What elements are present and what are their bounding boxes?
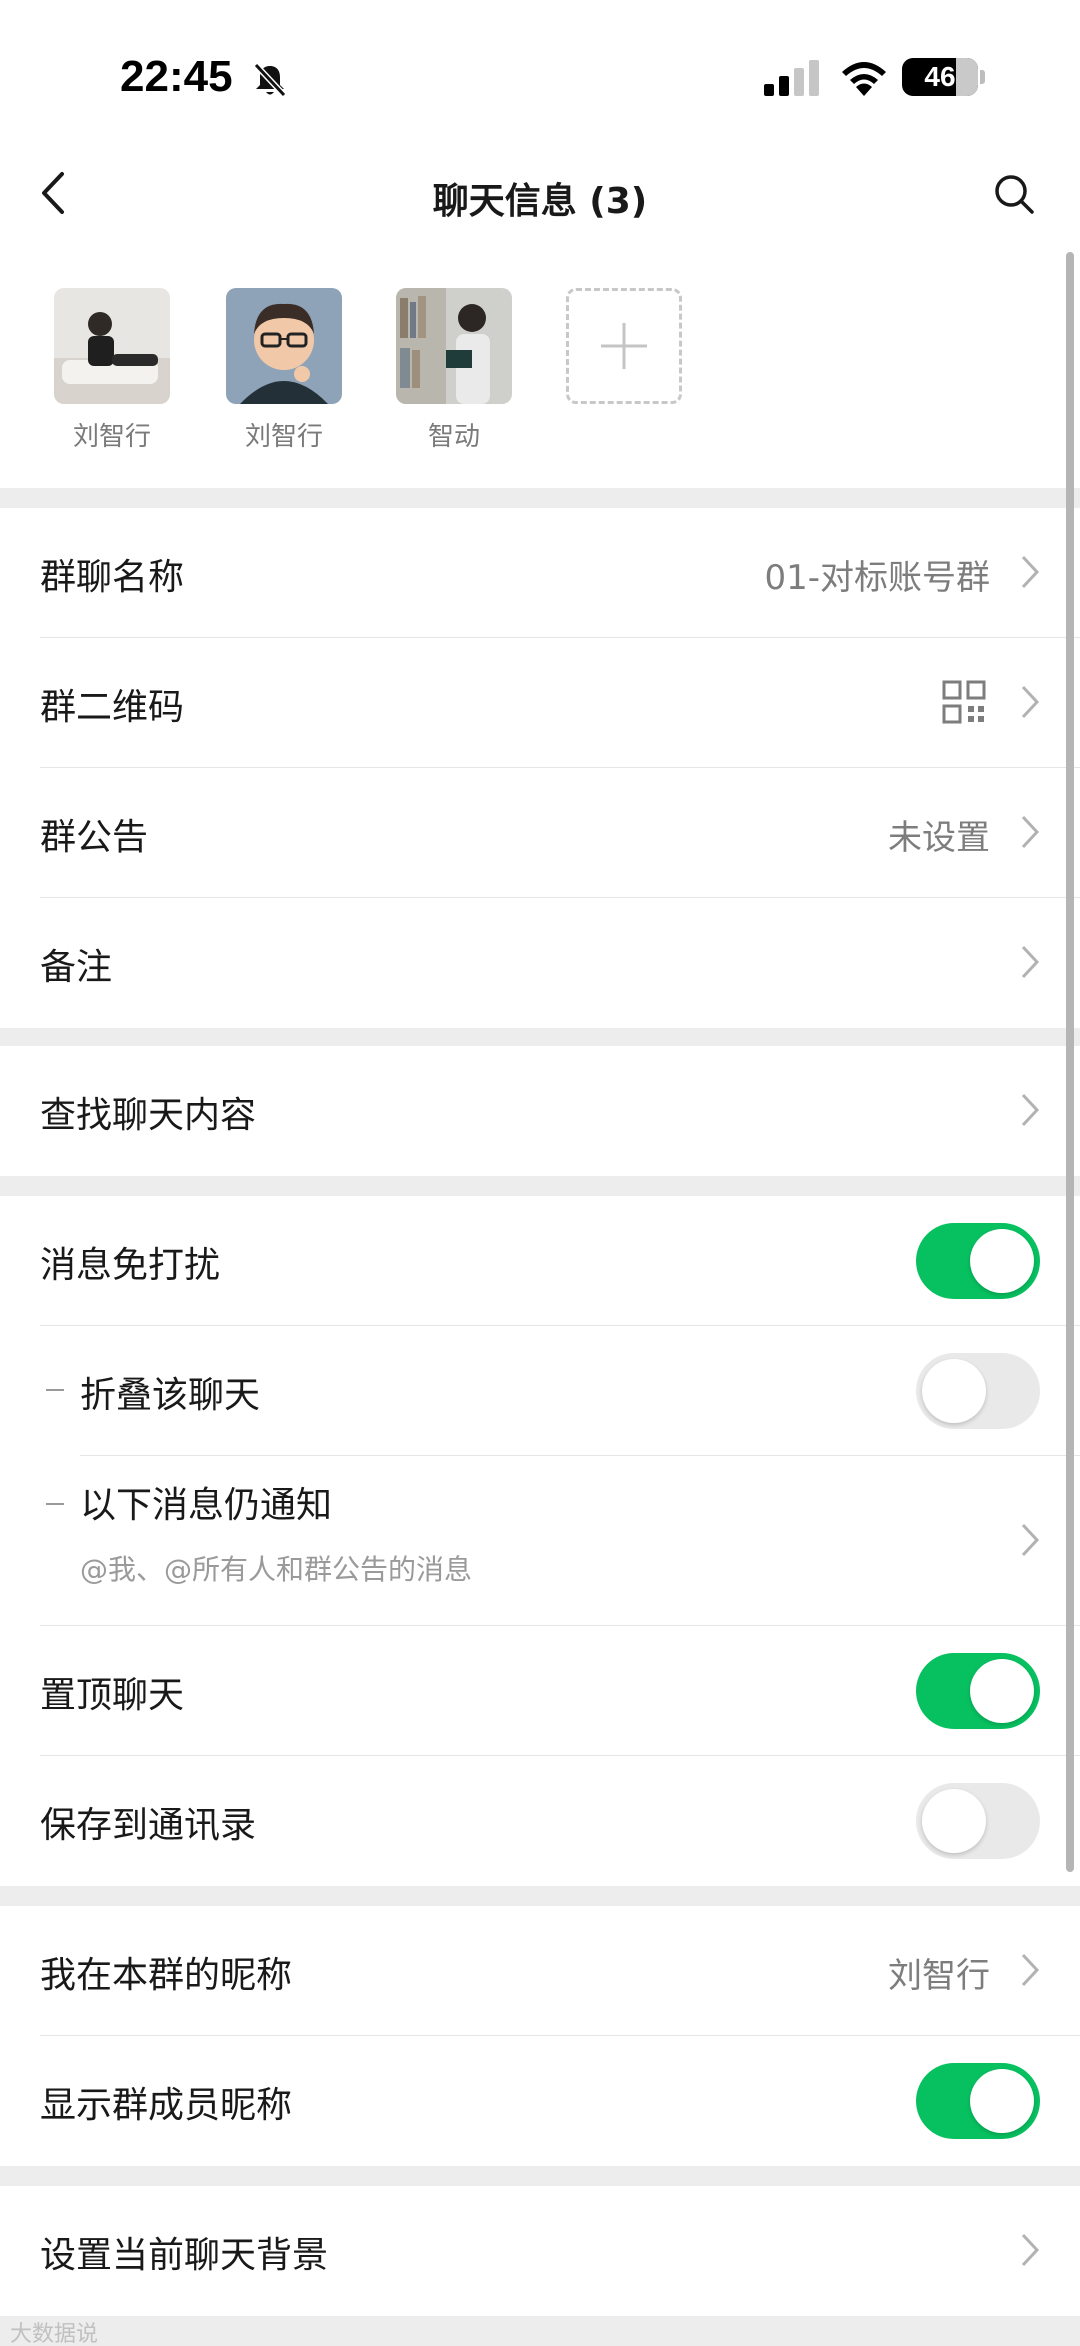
chat-background-label: 设置当前聊天背景	[40, 2235, 329, 2276]
mute-label: 消息免打扰	[40, 1245, 221, 1286]
indent-dash	[46, 1389, 64, 1391]
scrollbar[interactable]	[1066, 252, 1074, 1872]
plus-icon	[601, 323, 647, 369]
group-info-section: 群聊名称 01-对标账号群 群二维码 群公告 未设置 备注	[0, 508, 1080, 1028]
still-notify-label: 以下消息仍通知	[80, 1485, 333, 1526]
watermark: 大数据说	[10, 2322, 99, 2346]
group-qr-label: 群二维码	[40, 687, 185, 728]
avatar[interactable]	[396, 288, 512, 404]
avatar[interactable]	[226, 288, 342, 404]
bell-muted-icon	[253, 62, 287, 98]
show-nickname-toggle[interactable]	[916, 2063, 1040, 2139]
mute-row: 消息免打扰	[0, 1196, 1080, 1326]
avatar[interactable]	[54, 288, 170, 404]
my-nickname-row[interactable]: 我在本群的昵称 刘智行	[0, 1906, 1080, 2036]
indent-dash	[46, 1503, 64, 1505]
fold-toggle[interactable]	[916, 1353, 1040, 1429]
chat-settings-section: 消息免打扰 折叠该聊天 以下消息仍通知 @我、@所有人和群公告的消息 置顶聊天 …	[0, 1196, 1080, 1886]
pin-toggle[interactable]	[916, 1653, 1040, 1729]
chevron-right-icon	[1021, 555, 1040, 589]
pin-row: 置顶聊天	[0, 1626, 1080, 1756]
chevron-right-icon	[1021, 1953, 1040, 1987]
chevron-right-icon	[1021, 685, 1040, 719]
group-notice-label: 群公告	[40, 817, 149, 858]
battery-indicator: 46	[902, 58, 978, 96]
member-item[interactable]: 智动	[394, 288, 514, 453]
save-contacts-row: 保存到通讯录	[0, 1756, 1080, 1886]
show-nickname-row: 显示群成员昵称	[0, 2036, 1080, 2166]
member-item[interactable]: 刘智行	[224, 288, 344, 453]
nav-bar: 聊天信息 (3)	[0, 150, 1080, 270]
still-notify-row[interactable]: 以下消息仍通知 @我、@所有人和群公告的消息	[0, 1456, 1080, 1626]
group-notice-value: 未设置	[888, 818, 990, 858]
search-chat-label: 查找聊天内容	[40, 1095, 257, 1136]
search-section: 查找聊天内容	[0, 1046, 1080, 1176]
page-title: 聊天信息 (3)	[432, 181, 648, 222]
cellular-signal-icon	[764, 60, 819, 96]
chevron-right-icon	[1021, 1093, 1040, 1127]
member-name: 智动	[427, 422, 480, 452]
chevron-right-icon	[1021, 2233, 1040, 2267]
background-section: 设置当前聊天背景	[0, 2186, 1080, 2316]
member-item[interactable]: 刘智行	[52, 288, 172, 453]
chevron-right-icon	[1021, 945, 1040, 979]
status-time: 22:45	[120, 52, 233, 101]
group-name-row[interactable]: 群聊名称 01-对标账号群	[0, 508, 1080, 638]
group-name-value: 01-对标账号群	[764, 558, 990, 598]
chevron-right-icon	[1021, 1523, 1040, 1557]
my-nickname-value: 刘智行	[888, 1956, 990, 1996]
group-qr-row[interactable]: 群二维码	[0, 638, 1080, 768]
add-member-button[interactable]	[566, 288, 682, 404]
group-notice-row[interactable]: 群公告 未设置	[0, 768, 1080, 898]
member-grid: 刘智行 刘智行 智动	[0, 270, 1080, 488]
chat-background-row[interactable]: 设置当前聊天背景	[0, 2186, 1080, 2316]
remark-row[interactable]: 备注	[0, 898, 1080, 1028]
chevron-right-icon	[1021, 815, 1040, 849]
qr-code-icon	[942, 680, 986, 724]
mute-toggle[interactable]	[916, 1223, 1040, 1299]
save-contacts-toggle[interactable]	[916, 1783, 1040, 1859]
fold-row: 折叠该聊天	[0, 1326, 1080, 1456]
member-name: 刘智行	[72, 422, 151, 452]
still-notify-sublabel: @我、@所有人和群公告的消息	[80, 1553, 473, 1586]
fold-label: 折叠该聊天	[80, 1375, 261, 1416]
member-name: 刘智行	[244, 422, 323, 452]
search-chat-row[interactable]: 查找聊天内容	[0, 1046, 1080, 1176]
my-nickname-label: 我在本群的昵称	[40, 1955, 293, 1996]
save-contacts-label: 保存到通讯录	[40, 1805, 257, 1846]
pin-label: 置顶聊天	[40, 1675, 185, 1716]
show-nickname-label: 显示群成员昵称	[40, 2085, 293, 2126]
battery-level: 46	[924, 61, 956, 92]
battery-tip	[980, 70, 985, 84]
status-bar: 22:45 46	[0, 0, 1080, 150]
remark-label: 备注	[40, 947, 113, 988]
wifi-icon	[842, 62, 886, 96]
group-name-label: 群聊名称	[40, 557, 185, 598]
nickname-section: 我在本群的昵称 刘智行 显示群成员昵称	[0, 1906, 1080, 2166]
search-icon[interactable]	[992, 172, 1036, 216]
